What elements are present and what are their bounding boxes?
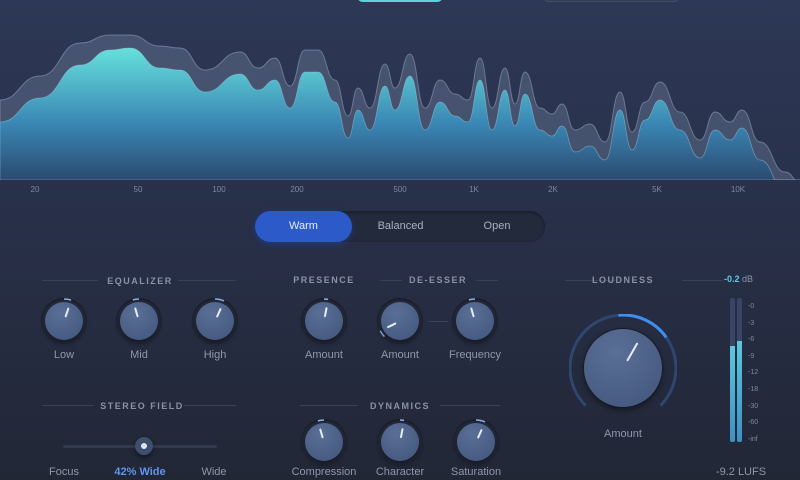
freq-label: 500 [393,185,407,194]
peak-readout: -0.2 dB [724,274,753,284]
freq-label: 10K [730,185,746,194]
meter-scale-label: -0 [748,303,755,310]
freq-label: 5K [652,185,662,194]
preset-warm[interactable]: Warm [255,211,352,242]
character-knob[interactable] [377,419,423,465]
loudness-title: LOUDNESS [591,275,655,285]
equalizer-title: EQUALIZER [107,276,173,286]
eq-low-knob[interactable] [41,298,87,344]
meter-right [737,298,742,442]
loudness-amount-knob-label: Amount [604,428,642,440]
preset-open[interactable]: Open [449,211,545,242]
eq-high-knob-label: High [203,349,227,361]
de-esser-amount-knob[interactable] [377,298,423,344]
stereo-focus-label: Focus [49,466,79,478]
presence-amount-knob[interactable] [301,298,347,344]
meter-scale-label: -18 [748,386,759,393]
freq-label: 100 [212,185,226,194]
spectrum-analyzer [0,34,800,180]
stereo-wide-label: Wide [201,466,227,478]
peak-unit: dB [742,274,754,284]
saturation-knob-label: Saturation [450,466,502,478]
presence-title: PRESENCE [293,275,355,285]
stereo-value-label: 42% Wide [114,466,166,478]
peak-value: -0.2 [724,274,740,284]
compression-knob-label: Compression [291,466,357,478]
eq-low-knob-label: Low [53,349,75,361]
preset-balanced[interactable]: Balanced [352,211,449,242]
de-esser-title: DE-ESSER [408,275,468,285]
de-esser-amount-knob-label: Amount [381,349,419,361]
saturation-knob[interactable] [453,419,499,465]
meter-scale-label: -inf [748,435,758,443]
meter-scale-label: -60 [748,419,759,427]
character-knob-label: Character [375,466,425,478]
meter-left [730,298,735,442]
freq-label: 50 [133,185,143,194]
freq-label: 20 [30,185,40,194]
freq-label: 2K [548,185,558,194]
de-esser-frequency-knob-label: Frequency [449,349,501,361]
freq-label: 1K [469,185,479,194]
eq-mid-knob[interactable] [116,298,162,344]
stereo-field-title: STEREO FIELD [100,401,184,411]
lufs-readout: -9.2 LUFS [715,466,767,478]
meter-scale-label: -6 [748,336,755,344]
eq-high-knob[interactable] [192,298,238,344]
slider-thumb[interactable] [135,437,154,455]
de-esser-frequency-knob[interactable] [452,298,498,344]
meter-scale-label: -12 [748,369,759,377]
compression-knob[interactable] [301,419,347,465]
meter-scale-label: -30 [748,402,759,410]
dynamics-title: DYNAMICS [369,401,431,411]
eq-mid-knob-label: Mid [130,349,148,361]
meter-scale-label: -3 [748,319,755,327]
loudness-amount-knob[interactable] [569,314,677,422]
preset-top-button[interactable] [543,0,680,2]
preset-selector[interactable]: Warm Balanced Open [255,211,545,242]
freq-label: 200 [290,185,304,194]
presence-amount-knob-label: Amount [305,349,343,361]
preset-top-button-active[interactable] [357,0,443,2]
meter-scale-label: -9 [748,352,755,360]
